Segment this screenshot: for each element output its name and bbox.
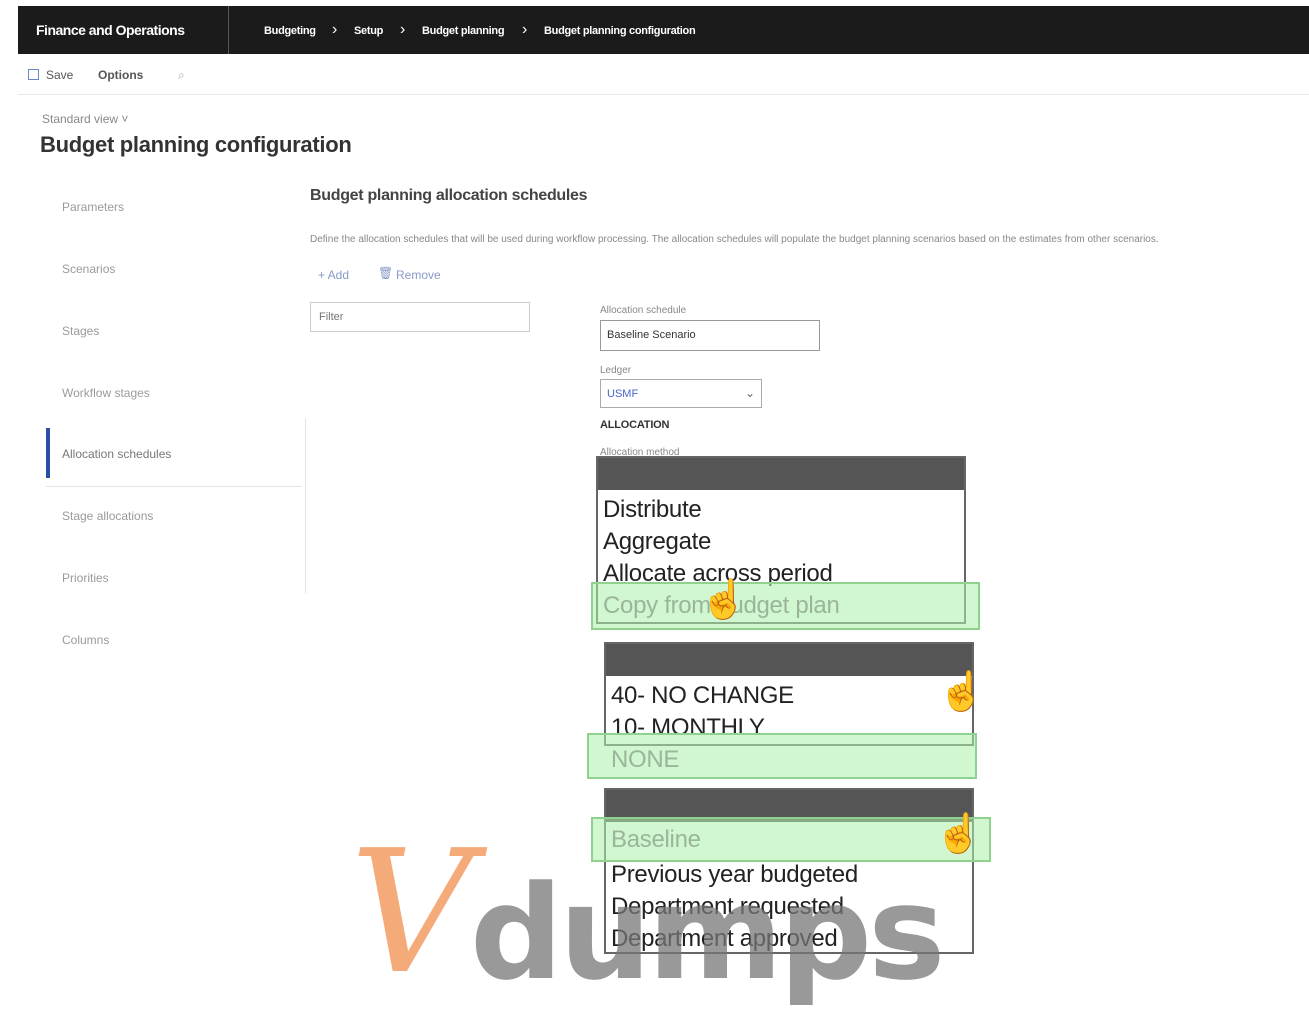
nav-item-parameters[interactable]: Parameters bbox=[62, 200, 124, 214]
option-aggregate[interactable]: Aggregate bbox=[603, 528, 711, 556]
search-icon[interactable]: ⌕ bbox=[178, 68, 185, 83]
nav-item-stages[interactable]: Stages bbox=[62, 324, 99, 338]
nav-item-allocation-schedules[interactable]: Allocation schedules bbox=[62, 447, 171, 461]
dropdown-header bbox=[606, 644, 972, 676]
breadcrumb-budget-planning-configuration[interactable]: Budget planning configuration bbox=[544, 6, 696, 54]
remove-button[interactable]: Remove bbox=[396, 268, 441, 282]
section-description: Define the allocation schedules that wil… bbox=[310, 234, 1159, 245]
option-distribute[interactable]: Distribute bbox=[603, 496, 702, 524]
topbar-divider bbox=[228, 6, 229, 54]
allocation-heading: ALLOCATION bbox=[600, 419, 670, 431]
nav-divider bbox=[46, 486, 302, 487]
page-title: Budget planning configuration bbox=[40, 132, 352, 157]
period-dropdown[interactable]: 40- NO CHANGE 10- MONTHLY bbox=[604, 642, 974, 746]
app-title[interactable]: Finance and Operations bbox=[36, 6, 185, 54]
breadcrumb-budget-planning[interactable]: Budget planning bbox=[422, 6, 505, 54]
breadcrumb-budgeting[interactable]: Budgeting bbox=[264, 6, 316, 54]
save-icon[interactable] bbox=[28, 69, 39, 80]
watermark-text: dumps bbox=[470, 857, 945, 1009]
hand-cursor-icon: ☝ bbox=[937, 670, 986, 714]
nav-item-priorities[interactable]: Priorities bbox=[62, 571, 109, 585]
add-button[interactable]: + Add bbox=[318, 268, 349, 282]
nav-item-stage-allocations[interactable]: Stage allocations bbox=[62, 509, 153, 523]
hand-cursor-icon: ☝ bbox=[699, 578, 748, 622]
allocation-schedule-label: Allocation schedule bbox=[600, 305, 687, 316]
dropdown-header bbox=[598, 458, 964, 490]
action-pane: Save Options ⌕ bbox=[18, 60, 1309, 95]
top-navigation-bar: Finance and Operations Budgeting › Setup… bbox=[18, 6, 1309, 54]
view-selector[interactable]: Standard view ˅ bbox=[42, 112, 128, 126]
chevron-right-icon: › bbox=[400, 21, 406, 38]
option-baseline[interactable]: Baseline bbox=[611, 826, 701, 854]
breadcrumb-setup[interactable]: Setup bbox=[354, 6, 383, 54]
options-button[interactable]: Options bbox=[98, 68, 143, 82]
section-title: Budget planning allocation schedules bbox=[310, 187, 588, 204]
option-none[interactable]: NONE bbox=[611, 746, 679, 774]
chevron-right-icon: › bbox=[332, 21, 338, 38]
nav-item-columns[interactable]: Columns bbox=[62, 633, 109, 647]
allocation-schedule-input[interactable]: Baseline Scenario bbox=[600, 320, 820, 351]
trash-icon[interactable]: 🗑 bbox=[378, 266, 393, 280]
filter-input[interactable] bbox=[310, 302, 530, 332]
nav-item-workflow-stages[interactable]: Workflow stages bbox=[62, 386, 150, 400]
ledger-select[interactable]: USMF ⌄ bbox=[600, 379, 762, 408]
hand-cursor-icon: ☝ bbox=[934, 812, 983, 856]
ledger-label: Ledger bbox=[600, 365, 632, 376]
nav-border bbox=[305, 418, 306, 593]
save-button[interactable]: Save bbox=[46, 68, 73, 82]
nav-item-scenarios[interactable]: Scenarios bbox=[62, 262, 115, 276]
ledger-value: USMF bbox=[607, 388, 639, 400]
nav-selection-indicator bbox=[46, 428, 50, 478]
chevron-down-icon: ⌄ bbox=[744, 386, 755, 400]
chevron-right-icon: › bbox=[522, 21, 528, 38]
watermark-logo-v: V bbox=[350, 814, 473, 1012]
option-40-no-change[interactable]: 40- NO CHANGE bbox=[611, 682, 794, 710]
